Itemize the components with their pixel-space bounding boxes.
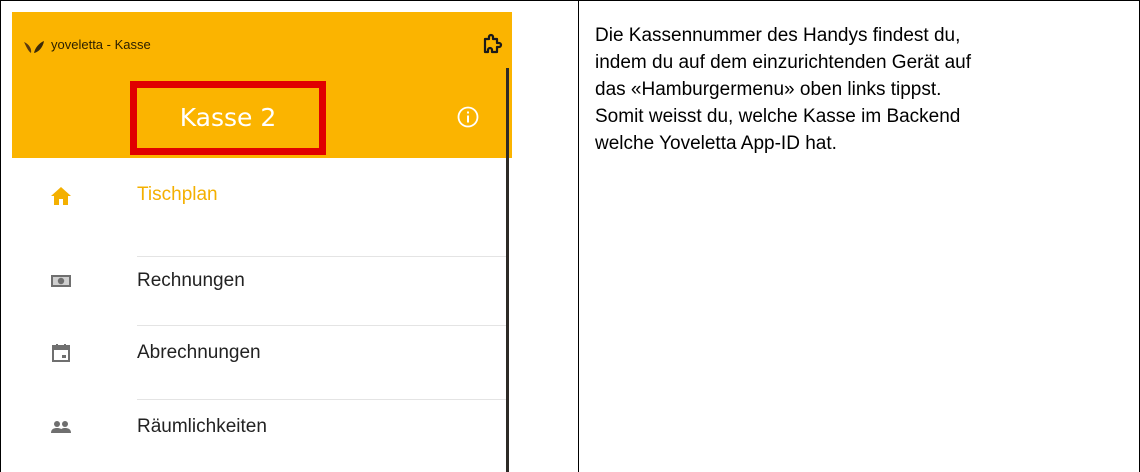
calendar-icon [52,344,70,362]
menu-item-label: Tischplan [137,184,218,205]
description-line: das «Hamburgermenu» oben links tippst. [595,79,942,100]
table-border-top [0,0,1140,1]
cash-icon [51,275,71,287]
app-titlebar: yoveletta - Kasse [12,12,512,54]
app-title: yoveletta - Kasse [51,37,151,52]
menu-divider [137,325,506,326]
document-table: yoveletta - Kasse Kasse 2 Tischplan Rech… [0,0,1140,472]
people-icon [51,421,71,433]
app-screenshot: yoveletta - Kasse Kasse 2 Tischplan Rech… [12,12,512,472]
description-line: indem du auf dem einzurichtenden Gerät a… [595,52,972,73]
yoveletta-logo-icon [24,41,44,53]
nav-menu: Tischplan Rechnungen Abrechnungen Räumli… [12,158,506,472]
menu-item-abrechnungen[interactable]: Abrechnungen [12,330,506,404]
scrollbar[interactable] [506,68,509,472]
table-column-divider [578,0,579,472]
description-line: welche Yoveletta App-ID hat. [595,133,837,154]
description-line: Die Kassennummer des Handys findest du, [595,25,961,46]
app-header: yoveletta - Kasse Kasse 2 [12,12,512,158]
menu-divider [137,399,506,400]
description-text: Die Kassennummer des Handys findest du, … [595,22,1115,157]
menu-item-label: Abrechnungen [137,342,261,363]
table-border-left [0,0,1,472]
menu-item-raeumlichkeiten[interactable]: Räumlichkeiten [12,402,506,472]
info-icon[interactable] [456,105,480,129]
menu-divider [137,256,506,257]
description-line: Somit weisst du, welche Kasse im Backend [595,106,961,127]
highlight-box [130,81,326,155]
menu-item-label: Rechnungen [137,270,245,291]
home-icon [51,187,71,205]
menu-item-tischplan[interactable]: Tischplan [12,158,506,232]
menu-item-label: Räumlichkeiten [137,416,267,437]
extension-icon[interactable] [480,32,504,56]
